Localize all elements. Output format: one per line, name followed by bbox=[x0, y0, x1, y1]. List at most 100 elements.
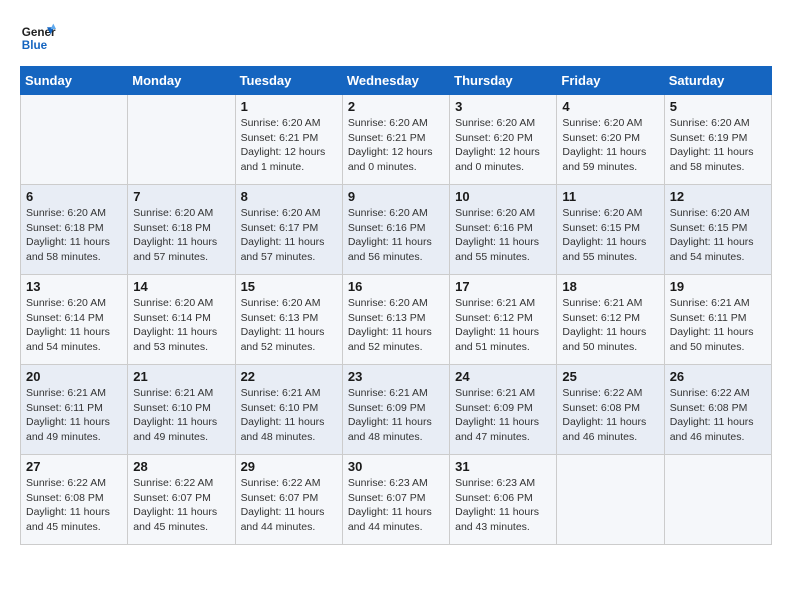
cell-content: Sunrise: 6:20 AM Sunset: 6:20 PM Dayligh… bbox=[562, 116, 658, 175]
calendar-cell: 14 Sunrise: 6:20 AM Sunset: 6:14 PM Dayli… bbox=[128, 275, 235, 365]
day-number: 22 bbox=[241, 369, 337, 384]
calendar-week-3: 20 Sunrise: 6:21 AM Sunset: 6:11 PM Dayli… bbox=[21, 365, 772, 455]
calendar-cell: 3Sunrise: 6:20 AM Sunset: 6:20 PM Daylig… bbox=[450, 95, 557, 185]
calendar-table: SundayMondayTuesdayWednesdayThursdayFrid… bbox=[20, 66, 772, 545]
day-number: 1 bbox=[241, 99, 337, 114]
cell-content: Sunrise: 6:20 AM Sunset: 6:18 PM Dayligh… bbox=[26, 206, 122, 265]
calendar-cell: 27Sunrise: 6:22 AM Sunset: 6:08 PM Dayli… bbox=[21, 455, 128, 545]
calendar-cell: 11Sunrise: 6:20 AM Sunset: 6:15 PM Dayli… bbox=[557, 185, 664, 275]
day-number: 6 bbox=[26, 189, 122, 204]
calendar-cell: 22 Sunrise: 6:21 AM Sunset: 6:10 PM Dayli… bbox=[235, 365, 342, 455]
calendar-week-4: 27Sunrise: 6:22 AM Sunset: 6:08 PM Dayli… bbox=[21, 455, 772, 545]
calendar-cell: 2 Sunrise: 6:20 AM Sunset: 6:21 PM Daylig… bbox=[342, 95, 449, 185]
day-number: 14 bbox=[133, 279, 229, 294]
calendar-cell: 16 Sunrise: 6:20 AM Sunset: 6:13 PM Dayli… bbox=[342, 275, 449, 365]
day-number: 18 bbox=[562, 279, 658, 294]
day-number: 16 bbox=[348, 279, 444, 294]
day-number: 27 bbox=[26, 459, 122, 474]
day-number: 7 bbox=[133, 189, 229, 204]
cell-content: Sunrise: 6:20 AM Sunset: 6:21 PM Dayligh… bbox=[348, 116, 444, 175]
calendar-cell bbox=[557, 455, 664, 545]
cell-content: Sunrise: 6:21 AM Sunset: 6:10 PM Dayligh… bbox=[241, 386, 337, 445]
calendar-cell bbox=[128, 95, 235, 185]
calendar-cell: 28 Sunrise: 6:22 AM Sunset: 6:07 PM Dayli… bbox=[128, 455, 235, 545]
calendar-week-0: 1 Sunrise: 6:20 AM Sunset: 6:21 PM Daylig… bbox=[21, 95, 772, 185]
svg-text:Blue: Blue bbox=[22, 39, 48, 52]
day-number: 25 bbox=[562, 369, 658, 384]
cell-content: Sunrise: 6:20 AM Sunset: 6:14 PM Dayligh… bbox=[26, 296, 122, 355]
day-number: 28 bbox=[133, 459, 229, 474]
day-number: 26 bbox=[670, 369, 766, 384]
header-cell-sunday: Sunday bbox=[21, 67, 128, 95]
cell-content: Sunrise: 6:20 AM Sunset: 6:14 PM Dayligh… bbox=[133, 296, 229, 355]
day-number: 30 bbox=[348, 459, 444, 474]
header-cell-friday: Friday bbox=[557, 67, 664, 95]
calendar-cell: 26 Sunrise: 6:22 AM Sunset: 6:08 PM Dayli… bbox=[664, 365, 771, 455]
day-number: 10 bbox=[455, 189, 551, 204]
day-number: 12 bbox=[670, 189, 766, 204]
header-row: SundayMondayTuesdayWednesdayThursdayFrid… bbox=[21, 67, 772, 95]
day-number: 11 bbox=[562, 189, 658, 204]
calendar-cell: 21 Sunrise: 6:21 AM Sunset: 6:10 PM Dayli… bbox=[128, 365, 235, 455]
calendar-cell: 23 Sunrise: 6:21 AM Sunset: 6:09 PM Dayli… bbox=[342, 365, 449, 455]
day-number: 3 bbox=[455, 99, 551, 114]
cell-content: Sunrise: 6:20 AM Sunset: 6:18 PM Dayligh… bbox=[133, 206, 229, 265]
cell-content: Sunrise: 6:21 AM Sunset: 6:12 PM Dayligh… bbox=[562, 296, 658, 355]
calendar-cell bbox=[21, 95, 128, 185]
day-number: 9 bbox=[348, 189, 444, 204]
cell-content: Sunrise: 6:21 AM Sunset: 6:09 PM Dayligh… bbox=[348, 386, 444, 445]
header-cell-wednesday: Wednesday bbox=[342, 67, 449, 95]
cell-content: Sunrise: 6:22 AM Sunset: 6:08 PM Dayligh… bbox=[562, 386, 658, 445]
day-number: 29 bbox=[241, 459, 337, 474]
calendar-cell: 8 Sunrise: 6:20 AM Sunset: 6:17 PM Daylig… bbox=[235, 185, 342, 275]
header-cell-monday: Monday bbox=[128, 67, 235, 95]
header-cell-saturday: Saturday bbox=[664, 67, 771, 95]
logo-icon: General Blue bbox=[20, 20, 56, 56]
calendar-cell: 7 Sunrise: 6:20 AM Sunset: 6:18 PM Daylig… bbox=[128, 185, 235, 275]
day-number: 24 bbox=[455, 369, 551, 384]
cell-content: Sunrise: 6:20 AM Sunset: 6:17 PM Dayligh… bbox=[241, 206, 337, 265]
calendar-header: SundayMondayTuesdayWednesdayThursdayFrid… bbox=[21, 67, 772, 95]
day-number: 5 bbox=[670, 99, 766, 114]
cell-content: Sunrise: 6:22 AM Sunset: 6:07 PM Dayligh… bbox=[241, 476, 337, 535]
day-number: 19 bbox=[670, 279, 766, 294]
calendar-week-2: 13 Sunrise: 6:20 AM Sunset: 6:14 PM Dayli… bbox=[21, 275, 772, 365]
calendar-week-1: 6 Sunrise: 6:20 AM Sunset: 6:18 PM Daylig… bbox=[21, 185, 772, 275]
calendar-cell: 4Sunrise: 6:20 AM Sunset: 6:20 PM Daylig… bbox=[557, 95, 664, 185]
cell-content: Sunrise: 6:21 AM Sunset: 6:09 PM Dayligh… bbox=[455, 386, 551, 445]
cell-content: Sunrise: 6:20 AM Sunset: 6:16 PM Dayligh… bbox=[348, 206, 444, 265]
cell-content: Sunrise: 6:20 AM Sunset: 6:13 PM Dayligh… bbox=[241, 296, 337, 355]
day-number: 20 bbox=[26, 369, 122, 384]
cell-content: Sunrise: 6:22 AM Sunset: 6:08 PM Dayligh… bbox=[670, 386, 766, 445]
calendar-cell: 13 Sunrise: 6:20 AM Sunset: 6:14 PM Dayli… bbox=[21, 275, 128, 365]
calendar-cell: 5 Sunrise: 6:20 AM Sunset: 6:19 PM Daylig… bbox=[664, 95, 771, 185]
day-number: 31 bbox=[455, 459, 551, 474]
day-number: 8 bbox=[241, 189, 337, 204]
day-number: 13 bbox=[26, 279, 122, 294]
calendar-cell: 25 Sunrise: 6:22 AM Sunset: 6:08 PM Dayli… bbox=[557, 365, 664, 455]
cell-content: Sunrise: 6:21 AM Sunset: 6:12 PM Dayligh… bbox=[455, 296, 551, 355]
page-header: General Blue bbox=[20, 20, 772, 56]
cell-content: Sunrise: 6:20 AM Sunset: 6:13 PM Dayligh… bbox=[348, 296, 444, 355]
calendar-cell: 20 Sunrise: 6:21 AM Sunset: 6:11 PM Dayli… bbox=[21, 365, 128, 455]
calendar-cell bbox=[664, 455, 771, 545]
calendar-cell: 10 Sunrise: 6:20 AM Sunset: 6:16 PM Dayli… bbox=[450, 185, 557, 275]
day-number: 2 bbox=[348, 99, 444, 114]
cell-content: Sunrise: 6:20 AM Sunset: 6:15 PM Dayligh… bbox=[670, 206, 766, 265]
day-number: 15 bbox=[241, 279, 337, 294]
cell-content: Sunrise: 6:21 AM Sunset: 6:10 PM Dayligh… bbox=[133, 386, 229, 445]
calendar-cell: 19 Sunrise: 6:21 AM Sunset: 6:11 PM Dayli… bbox=[664, 275, 771, 365]
day-number: 23 bbox=[348, 369, 444, 384]
day-number: 21 bbox=[133, 369, 229, 384]
calendar-cell: 24 Sunrise: 6:21 AM Sunset: 6:09 PM Dayli… bbox=[450, 365, 557, 455]
calendar-body: 1 Sunrise: 6:20 AM Sunset: 6:21 PM Daylig… bbox=[21, 95, 772, 545]
cell-content: Sunrise: 6:21 AM Sunset: 6:11 PM Dayligh… bbox=[26, 386, 122, 445]
calendar-cell: 18 Sunrise: 6:21 AM Sunset: 6:12 PM Dayli… bbox=[557, 275, 664, 365]
calendar-cell: 30 Sunrise: 6:23 AM Sunset: 6:07 PM Dayli… bbox=[342, 455, 449, 545]
cell-content: Sunrise: 6:22 AM Sunset: 6:07 PM Dayligh… bbox=[133, 476, 229, 535]
calendar-cell: 6 Sunrise: 6:20 AM Sunset: 6:18 PM Daylig… bbox=[21, 185, 128, 275]
cell-content: Sunrise: 6:23 AM Sunset: 6:07 PM Dayligh… bbox=[348, 476, 444, 535]
cell-content: Sunrise: 6:21 AM Sunset: 6:11 PM Dayligh… bbox=[670, 296, 766, 355]
cell-content: Sunrise: 6:20 AM Sunset: 6:19 PM Dayligh… bbox=[670, 116, 766, 175]
cell-content: Sunrise: 6:20 AM Sunset: 6:16 PM Dayligh… bbox=[455, 206, 551, 265]
